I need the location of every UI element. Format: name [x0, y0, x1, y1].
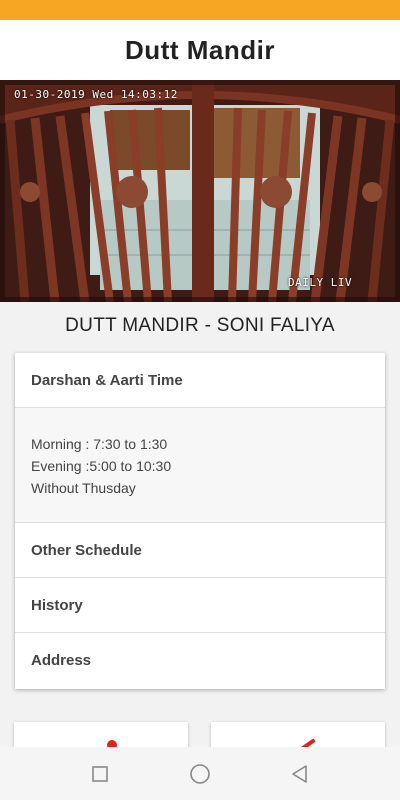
app-header: Dutt Mandir — [0, 20, 400, 80]
square-icon — [92, 765, 108, 782]
system-nav-bar — [0, 747, 400, 800]
darshan-timings-panel: Morning : 7:30 to 1:30 Evening :5:00 to … — [15, 408, 385, 523]
morning-timing: Morning : 7:30 to 1:30 — [31, 436, 168, 452]
accordion-address[interactable]: Address — [15, 633, 385, 688]
camera-timestamp: 01-30-2019 Wed 14:03:12 — [14, 88, 178, 101]
camera-image — [0, 80, 400, 302]
home-button[interactable] — [180, 754, 220, 794]
accordion-title: Darshan & Aarti Time — [31, 371, 183, 389]
info-accordion: Darshan & Aarti Time Morning : 7:30 to 1… — [15, 353, 385, 689]
evening-timing: Evening :5:00 to 10:30 — [31, 458, 172, 474]
live-camera-feed[interactable]: 01-30-2019 Wed 14:03:12 DAILY LIV — [0, 80, 400, 302]
back-triangle-icon — [292, 764, 307, 783]
accordion-title: Other Schedule — [31, 541, 142, 559]
accordion-history[interactable]: History — [15, 578, 385, 633]
accordion-darshan-aarti-time[interactable]: Darshan & Aarti Time — [15, 353, 385, 408]
recent-apps-button[interactable] — [80, 754, 120, 794]
timing-note: Without Thusday — [31, 480, 136, 496]
accordion-title: History — [31, 596, 83, 614]
back-button[interactable] — [280, 754, 320, 794]
accordion-other-schedule[interactable]: Other Schedule — [15, 523, 385, 578]
accordion-title: Address — [31, 652, 92, 669]
status-bar — [0, 0, 400, 20]
page-title: Dutt Mandir — [125, 34, 275, 65]
temple-name: DUTT MANDIR - SONI FALIYA — [65, 315, 335, 336]
circle-icon — [190, 763, 210, 784]
camera-watermark: DAILY LIV — [288, 276, 353, 289]
